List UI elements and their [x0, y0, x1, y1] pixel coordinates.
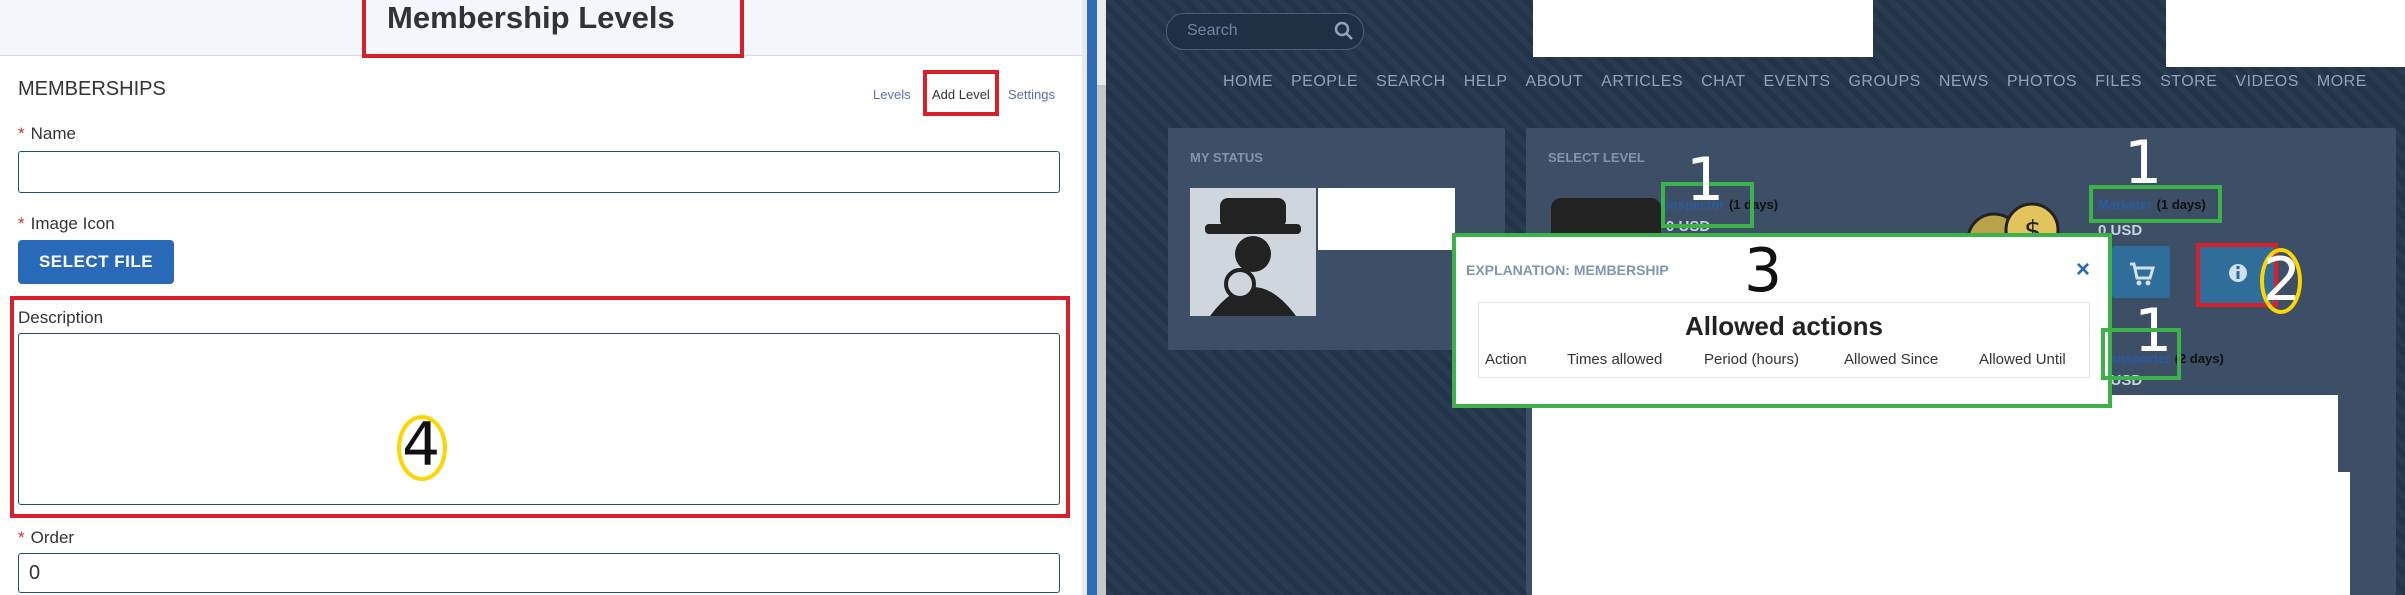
my-status-title: MY STATUS	[1190, 150, 1263, 165]
cart-icon	[2130, 262, 2156, 286]
modal-highlight	[1452, 233, 2112, 408]
annotation-4: 4	[402, 410, 441, 480]
menu-home[interactable]: HOME	[1223, 73, 1273, 91]
order-input[interactable]: 0	[18, 553, 1060, 593]
redacted-content	[1532, 395, 2338, 595]
menu-videos[interactable]: VIDEOS	[2235, 73, 2298, 91]
menu-help[interactable]: HELP	[1464, 73, 1508, 91]
nav-add-level-link[interactable]: Add Level	[932, 87, 990, 102]
redacted-block	[2166, 0, 2405, 67]
select-level-title: SELECT LEVEL	[1548, 150, 1645, 165]
menu-store[interactable]: STORE	[2160, 73, 2217, 91]
transporter-days: (2 days)	[2174, 351, 2224, 366]
redacted-content-edge	[2338, 472, 2350, 595]
search-box[interactable]: Search	[1166, 13, 1364, 50]
buy-button[interactable]	[2112, 246, 2170, 298]
description-textarea[interactable]	[18, 333, 1060, 505]
menu-people[interactable]: PEOPLE	[1291, 73, 1358, 91]
detective-icon	[1205, 198, 1301, 316]
menu-groups[interactable]: GROUPS	[1848, 73, 1920, 91]
name-label: * Name	[18, 124, 76, 143]
menu-articles[interactable]: ARTICLES	[1601, 73, 1683, 91]
menu-more[interactable]: MORE	[2317, 73, 2367, 91]
name-input[interactable]	[18, 151, 1060, 193]
nav-settings-link[interactable]: Settings	[1008, 87, 1055, 102]
search-icon[interactable]	[1333, 20, 1355, 42]
nav-levels-link[interactable]: Levels	[873, 87, 911, 102]
menu-about[interactable]: ABOUT	[1526, 73, 1584, 91]
menu-search[interactable]: SEARCH	[1376, 73, 1446, 91]
page-title: Membership Levels	[387, 0, 675, 35]
panel-divider	[1087, 0, 1097, 595]
image-icon-label: * Image Icon	[18, 214, 115, 233]
section-title: MEMBERSHIPS	[18, 78, 166, 100]
avatar	[1190, 188, 1316, 316]
redacted-username	[1318, 188, 1455, 250]
search-input[interactable]: Search	[1187, 22, 1238, 40]
annotation-1-marketer: 1	[2124, 128, 2163, 198]
menu-files[interactable]: FILES	[2095, 73, 2142, 91]
transporter-highlight	[2101, 328, 2181, 380]
order-label: * Order	[18, 528, 75, 547]
main-menu: HOME PEOPLE SEARCH HELP ABOUT ARTICLES C…	[1223, 73, 2367, 91]
annotation-2: 2	[2263, 245, 2302, 315]
menu-photos[interactable]: PHOTOS	[2007, 73, 2077, 91]
inspector-image	[1551, 198, 1661, 238]
select-file-button[interactable]: SELECT FILE	[18, 240, 174, 284]
menu-news[interactable]: NEWS	[1939, 73, 1989, 91]
redacted-block	[1533, 0, 1873, 57]
menu-events[interactable]: EVENTS	[1763, 73, 1830, 91]
menu-chat[interactable]: CHAT	[1701, 73, 1745, 91]
annotation-1-inspector: 1	[1686, 145, 1725, 215]
membership-admin-panel: Membership Levels MEMBERSHIPS Levels Add…	[0, 0, 1082, 595]
description-label: Description	[18, 308, 104, 327]
membership-site-view: Search HOME PEOPLE SEARCH HELP ABOUT ART…	[1106, 0, 2405, 595]
